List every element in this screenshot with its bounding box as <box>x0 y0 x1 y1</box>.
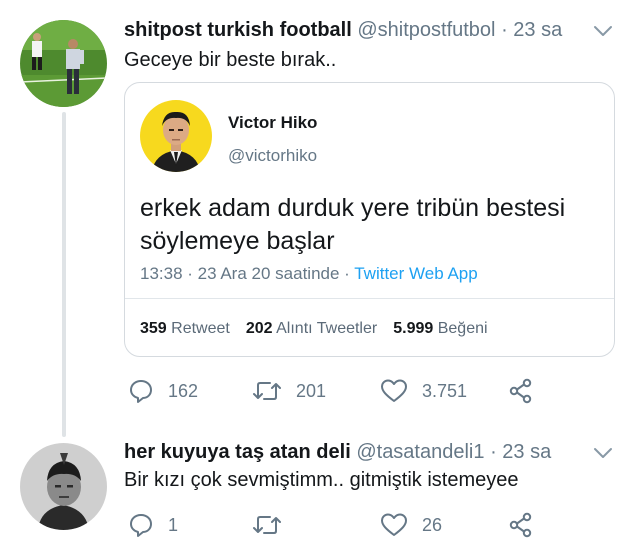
tweet-text: Bir kızı çok sevmiştimm.. gitmiştik iste… <box>124 469 519 491</box>
quote-label: Alıntı Tweetler <box>276 320 378 337</box>
like-icon <box>381 513 407 536</box>
author-name[interactable]: her kuyuya taş atan deli <box>124 441 351 463</box>
retweet-count: 201 <box>296 380 327 401</box>
share-icon <box>509 378 532 404</box>
quote-count: 202 <box>245 320 273 337</box>
author-handle[interactable]: @tasatandeli1 <box>356 441 484 463</box>
retweet-icon <box>253 516 281 534</box>
quoted-author-name[interactable]: Victor Hiko <box>228 113 317 133</box>
quoted-tweet-text-line1: erkek adam durduk yere tribün bestesi <box>140 194 566 222</box>
retweet-button[interactable]: 201 <box>252 378 326 404</box>
chevron-down-icon[interactable] <box>592 20 614 42</box>
like-count: 26 <box>422 514 443 535</box>
retweet-button[interactable] <box>252 512 296 538</box>
like-count: 3.751 <box>422 380 468 401</box>
retweet-count: 359 <box>140 320 167 337</box>
share-button[interactable] <box>508 378 534 404</box>
quoted-tweet-meta: 13:38 · 23 Ara 20 saatinde · Twitter Web… <box>140 264 478 284</box>
avatar[interactable] <box>20 443 107 530</box>
reply-button[interactable]: 162 <box>128 378 198 404</box>
retweet-stat[interactable]: 359 Retweet <box>140 320 230 338</box>
tweet-time[interactable]: · 23 sa <box>501 19 562 41</box>
like-button[interactable]: 26 <box>380 512 442 538</box>
tweet-time[interactable]: · 23 sa <box>490 441 551 463</box>
reply-icon <box>130 380 152 403</box>
chevron-down-icon[interactable] <box>592 442 614 464</box>
share-button[interactable] <box>508 512 534 538</box>
author-handle[interactable]: @shitpostfutbol <box>357 19 495 41</box>
reply-count: 1 <box>168 514 179 535</box>
like-stat[interactable]: 5.999 Beğeni <box>393 320 487 338</box>
tweet-header: her kuyuya taş atan deli @tasatandeli1 ·… <box>124 442 551 462</box>
tweet-header: shitpost turkish football @shitpostfutbo… <box>124 20 562 40</box>
like-label: Beğeni <box>437 320 488 337</box>
reply-button[interactable]: 1 <box>128 512 178 538</box>
retweet-icon <box>253 382 281 400</box>
reply-icon <box>130 514 152 537</box>
thread-connector-line <box>62 112 66 437</box>
share-icon <box>509 512 532 538</box>
tweet-text: Geceye bir beste bırak.. <box>124 49 337 71</box>
quoted-avatar[interactable] <box>140 100 212 172</box>
avatar[interactable] <box>20 20 107 107</box>
quoted-author-handle[interactable]: @victorhiko <box>228 146 317 166</box>
author-name[interactable]: shitpost turkish football <box>124 19 352 41</box>
divider <box>125 298 614 299</box>
reply-count: 162 <box>168 380 199 401</box>
quoted-tweet-text-line2: söylemeye başlar <box>140 227 335 255</box>
like-button[interactable]: 3.751 <box>380 378 467 404</box>
retweet-label: Retweet <box>171 320 230 337</box>
quoted-tweet-stats: 359 Retweet 202 Alıntı Tweetler 5.999 Be… <box>140 320 488 338</box>
quote-stat[interactable]: 202 Alıntı Tweetler <box>246 320 377 338</box>
quoted-tweet-source[interactable]: Twitter Web App <box>354 264 477 283</box>
quoted-tweet-timestamp[interactable]: 13:38 · 23 Ara 20 saatinde · <box>140 264 354 283</box>
like-icon <box>381 379 407 402</box>
like-count: 5.999 <box>393 320 434 337</box>
